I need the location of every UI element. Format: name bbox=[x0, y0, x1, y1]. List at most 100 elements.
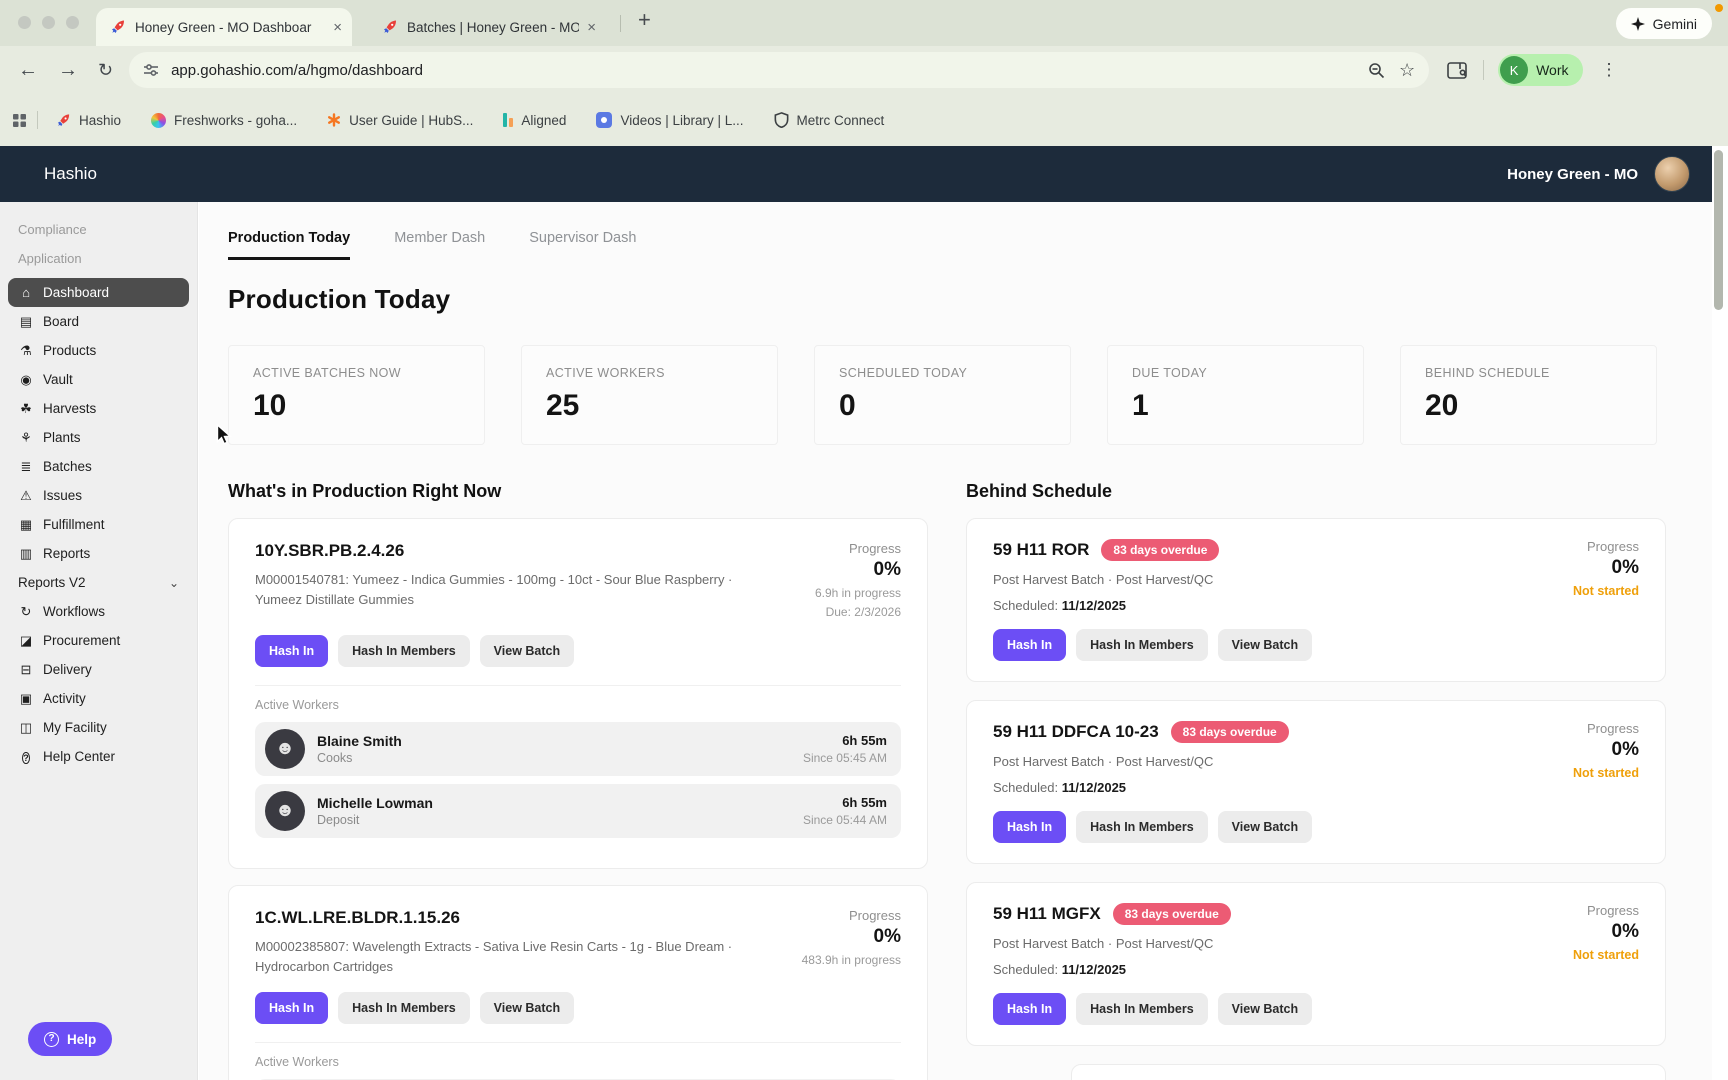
view-batch-button[interactable]: View Batch bbox=[479, 992, 575, 1024]
sidebar-item-my-facility[interactable]: ◫ My Facility bbox=[8, 713, 189, 742]
sidebar-item-label: My Facility bbox=[43, 720, 107, 735]
bookmark-label: Hashio bbox=[79, 112, 122, 128]
sidebar-item-label: Board bbox=[43, 314, 80, 329]
bag-icon: ◪ bbox=[19, 632, 33, 648]
sidebar-item-batches[interactable]: ≣ Batches bbox=[8, 452, 189, 481]
hash-in-button[interactable]: Hash In bbox=[255, 992, 329, 1024]
view-batch-button[interactable]: View Batch bbox=[1217, 811, 1313, 843]
tab-close-icon[interactable]: × bbox=[333, 19, 342, 36]
sidebar-item-products[interactable]: ⚗ Products bbox=[8, 336, 189, 365]
batch-title: 59 H11 MGFX bbox=[993, 904, 1101, 923]
sidebar-item-vault[interactable]: ◉ Vault bbox=[8, 365, 189, 394]
tab-close-icon[interactable]: × bbox=[587, 19, 596, 36]
window-close-button[interactable] bbox=[18, 16, 31, 29]
forward-button[interactable]: → bbox=[58, 60, 78, 80]
progress-value: 0% bbox=[873, 926, 901, 947]
behind-schedule-card: 59 H11 MGFX 83 days overdue Post Harvest… bbox=[966, 882, 1666, 1046]
sidebar-item-workflows[interactable]: ↻ Workflows bbox=[8, 597, 189, 626]
tab-supervisor-dash[interactable]: Supervisor Dash bbox=[529, 230, 636, 260]
tab-member-dash[interactable]: Member Dash bbox=[394, 230, 485, 260]
worker-row: ☻ Blaine Smith Cooks 6h 55m Since 05:45 … bbox=[255, 722, 901, 776]
sidebar-item-board[interactable]: ▤ Board bbox=[8, 307, 189, 336]
sidebar-section-application[interactable]: Application bbox=[0, 251, 197, 266]
sidebar-item-reports-v2[interactable]: Reports V2 ⌄ bbox=[8, 568, 189, 597]
sidebar-item-delivery[interactable]: ⊟ Delivery bbox=[8, 655, 189, 684]
sidebar-item-dashboard[interactable]: ⌂ Dashboard bbox=[8, 278, 189, 307]
gemini-button[interactable]: Gemini bbox=[1615, 8, 1712, 39]
browser-tab-batches[interactable]: Batches | Honey Green - MO × bbox=[368, 8, 606, 46]
profile-chip[interactable]: K Work bbox=[1498, 54, 1583, 86]
window-maximize-button[interactable] bbox=[66, 16, 79, 29]
worker-duration: 6h 55m bbox=[842, 795, 887, 810]
side-panel-icon[interactable] bbox=[1447, 61, 1467, 79]
app-brand[interactable]: Hashio bbox=[44, 164, 97, 184]
tab-separator bbox=[620, 15, 621, 32]
url-text[interactable]: app.gohashio.com/a/hgmo/dashboard bbox=[171, 62, 1354, 79]
bookmark-aligned[interactable]: Aligned bbox=[503, 113, 566, 128]
section-heading: What's in Production Right Now bbox=[228, 481, 502, 501]
bookmark-user-guide[interactable]: User Guide | HubS... bbox=[327, 113, 473, 128]
chevron-down-icon: ⌄ bbox=[168, 575, 179, 590]
hash-in-button[interactable]: Hash In bbox=[993, 811, 1067, 843]
sidebar-item-activity[interactable]: ▣ Activity bbox=[8, 684, 189, 713]
help-button[interactable]: ? Help bbox=[28, 1022, 113, 1056]
stat-value: 25 bbox=[546, 389, 580, 422]
hash-in-button[interactable]: Hash In bbox=[255, 635, 329, 667]
active-workers-label: Active Workers bbox=[255, 698, 339, 712]
toolbar-divider bbox=[1483, 60, 1485, 80]
bookmark-hashio[interactable]: Hashio bbox=[56, 113, 121, 128]
reload-button[interactable]: ↻ bbox=[98, 61, 113, 79]
address-bar[interactable]: app.gohashio.com/a/hgmo/dashboard ☆ bbox=[129, 52, 1430, 88]
hash-in-button[interactable]: Hash In bbox=[993, 629, 1067, 661]
sidebar-item-plants[interactable]: ⚘ Plants bbox=[8, 423, 189, 452]
freshworks-icon bbox=[151, 112, 167, 128]
progress-block: Progress 0% Not started bbox=[1509, 721, 1639, 795]
bookmark-freshworks[interactable]: Freshworks - goha... bbox=[151, 112, 297, 128]
sidebar-item-fulfillment[interactable]: ▦ Fulfillment bbox=[8, 510, 189, 539]
bookmark-videos[interactable]: Videos | Library | L... bbox=[596, 112, 744, 128]
facility-name[interactable]: Honey Green - MO bbox=[1507, 166, 1638, 183]
browser-tab-dashboard[interactable]: Honey Green - MO Dashboar × bbox=[96, 8, 352, 46]
sidebar-item-procurement[interactable]: ◪ Procurement bbox=[8, 626, 189, 655]
in-progress-text: 483.9h in progress bbox=[801, 953, 901, 967]
sidebar-section-compliance[interactable]: Compliance bbox=[0, 222, 197, 237]
hash-in-members-button[interactable]: Hash In Members bbox=[1076, 993, 1208, 1025]
sparkle-icon bbox=[1630, 16, 1645, 31]
bookmark-label: Metrc Connect bbox=[796, 112, 885, 128]
bookmark-label: Videos | Library | L... bbox=[620, 112, 744, 128]
user-avatar[interactable] bbox=[1654, 156, 1690, 192]
rocket-icon bbox=[56, 113, 71, 128]
sidebar-item-label: Help Center bbox=[43, 749, 116, 764]
hash-in-members-button[interactable]: Hash In Members bbox=[1076, 629, 1208, 661]
back-button[interactable]: ← bbox=[18, 60, 38, 80]
scrollbar[interactable] bbox=[1714, 150, 1723, 310]
view-batch-button[interactable]: View Batch bbox=[479, 635, 575, 667]
view-batch-button[interactable]: View Batch bbox=[1217, 993, 1313, 1025]
new-tab-button[interactable]: + bbox=[638, 7, 651, 33]
menu-dots-icon[interactable]: ⋮ bbox=[1601, 60, 1618, 80]
section-heading: Behind Schedule bbox=[966, 481, 1113, 501]
overdue-badge: 83 days overdue bbox=[1112, 903, 1231, 925]
zoom-out-icon[interactable] bbox=[1368, 62, 1385, 79]
worker-role: Cooks bbox=[317, 751, 353, 765]
progress-value: 0% bbox=[873, 559, 901, 580]
layers-icon: ≣ bbox=[20, 458, 32, 474]
window-minimize-button[interactable] bbox=[42, 16, 55, 29]
bookmark-star-icon[interactable]: ☆ bbox=[1399, 60, 1415, 81]
cycle-icon: ↻ bbox=[20, 603, 32, 619]
sidebar-item-harvests[interactable]: ☘ Harvests bbox=[8, 394, 189, 423]
sidebar-item-help-center[interactable]: ? Help Center bbox=[8, 742, 189, 771]
view-batch-button[interactable]: View Batch bbox=[1217, 629, 1313, 661]
tune-icon[interactable] bbox=[143, 62, 159, 78]
hash-in-button[interactable]: Hash In bbox=[993, 993, 1067, 1025]
hash-in-members-button[interactable]: Hash In Members bbox=[338, 635, 470, 667]
tab-production-today[interactable]: Production Today bbox=[228, 230, 351, 260]
hash-in-members-button[interactable]: Hash In Members bbox=[1076, 811, 1208, 843]
sidebar-item-issues[interactable]: ⚠ Issues bbox=[8, 481, 189, 510]
bookmark-metrc[interactable]: Metrc Connect bbox=[774, 112, 885, 128]
briefcase-icon: ▦ bbox=[19, 516, 33, 532]
hash-in-members-button[interactable]: Hash In Members bbox=[338, 992, 470, 1024]
worker-role: Deposit bbox=[317, 813, 360, 827]
apps-grid-icon[interactable] bbox=[12, 113, 27, 128]
sidebar-item-reports[interactable]: ▥ Reports bbox=[8, 539, 189, 568]
